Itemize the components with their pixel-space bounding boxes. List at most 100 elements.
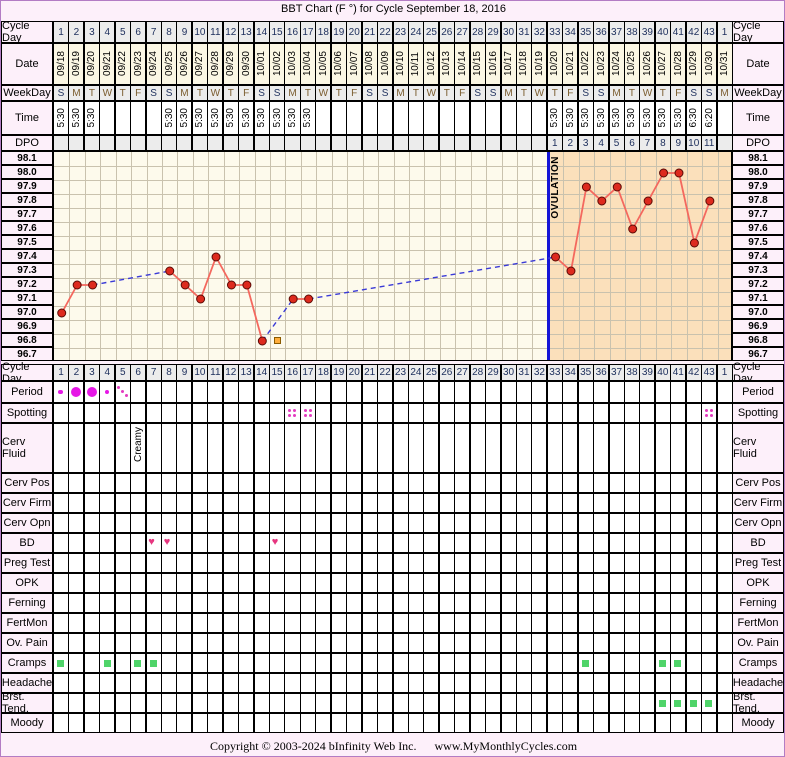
symptom-cell-cerv_opn[interactable] [145, 513, 162, 533]
symptom-cell-period[interactable] [238, 381, 255, 403]
symptom-cell-headache[interactable] [485, 673, 502, 693]
symptom-cell-preg_test[interactable] [191, 553, 208, 573]
symptom-cell-spotting[interactable] [438, 403, 455, 423]
symptom-cell-preg_test[interactable] [346, 553, 363, 573]
symptom-cell-ferning[interactable] [83, 593, 100, 613]
symptom-cell-cerv_fluid[interactable] [284, 423, 301, 473]
symptom-cell-period[interactable] [639, 381, 656, 403]
symptom-cell-spotting[interactable] [716, 403, 733, 423]
symptom-cell-cerv_firm[interactable] [222, 493, 239, 513]
symptom-cell-headache[interactable] [68, 673, 85, 693]
symptom-cell-headache[interactable] [623, 673, 640, 693]
symptom-cell-brst_tend[interactable] [407, 693, 424, 713]
symptom-cell-fertmon[interactable] [191, 613, 208, 633]
symptom-cell-cerv_pos[interactable] [407, 473, 424, 493]
spotting-marker[interactable] [303, 409, 313, 418]
symptom-cell-moody[interactable] [623, 713, 640, 733]
symptom-cell-bd[interactable] [716, 533, 733, 553]
symptom-cell-ferning[interactable] [608, 593, 625, 613]
symptom-cell-cerv_fluid[interactable] [654, 423, 671, 473]
symptom-cell-cerv_fluid[interactable] [161, 423, 178, 473]
symptom-cell-period[interactable] [315, 381, 332, 403]
symptom-cell-cerv_pos[interactable] [145, 473, 162, 493]
symptom-cell-ferning[interactable] [701, 593, 718, 613]
symptom-cell-headache[interactable] [53, 673, 70, 693]
symptom-cell-moody[interactable] [130, 713, 147, 733]
symptom-cell-fertmon[interactable] [623, 613, 640, 633]
symptom-cell-cramps[interactable] [377, 653, 394, 673]
symptom-cell-cerv_pos[interactable] [284, 473, 301, 493]
symptom-cell-opk[interactable] [253, 573, 270, 593]
symptom-cell-cerv_opn[interactable] [53, 513, 70, 533]
symptom-cell-opk[interactable] [269, 573, 286, 593]
symptom-cell-spotting[interactable] [500, 403, 517, 423]
symptom-cell-ov_pain[interactable] [269, 633, 286, 653]
symptom-cell-moody[interactable] [269, 713, 286, 733]
symptom-cell-bd[interactable] [284, 533, 301, 553]
symptom-cell-fertmon[interactable] [469, 613, 486, 633]
temperature-point[interactable] [257, 336, 267, 346]
symptom-cell-ov_pain[interactable] [207, 633, 224, 653]
symptom-cell-fertmon[interactable] [438, 613, 455, 633]
symptom-cell-moody[interactable] [114, 713, 131, 733]
symptom-cell-cerv_opn[interactable] [361, 513, 378, 533]
symptom-cell-cerv_fluid[interactable] [238, 423, 255, 473]
symptom-cell-fertmon[interactable] [68, 613, 85, 633]
symptom-cell-cramps[interactable] [330, 653, 347, 673]
symptom-cell-spotting[interactable] [99, 403, 116, 423]
symptom-cell-cerv_firm[interactable] [253, 493, 270, 513]
symptom-cell-cerv_firm[interactable] [454, 493, 471, 513]
symptom-cell-ferning[interactable] [716, 593, 733, 613]
symptom-cell-ferning[interactable] [330, 593, 347, 613]
symptom-cell-preg_test[interactable] [315, 553, 332, 573]
symptom-cell-spotting[interactable] [83, 403, 100, 423]
symptom-cell-cerv_fluid[interactable] [53, 423, 70, 473]
symptom-cell-cerv_pos[interactable] [392, 473, 409, 493]
symptom-cell-cerv_pos[interactable] [269, 473, 286, 493]
symptom-cell-bd[interactable] [176, 533, 193, 553]
symptom-cell-bd[interactable] [377, 533, 394, 553]
symptom-cell-ferning[interactable] [562, 593, 579, 613]
symptom-cell-preg_test[interactable] [222, 553, 239, 573]
symptom-cell-spotting[interactable] [176, 403, 193, 423]
symptom-cell-period[interactable] [608, 381, 625, 403]
symptom-cell-headache[interactable] [500, 673, 517, 693]
symptom-cell-cerv_firm[interactable] [670, 493, 687, 513]
symptom-cell-cerv_opn[interactable] [346, 513, 363, 533]
symptom-cell-brst_tend[interactable] [222, 693, 239, 713]
symptom-cell-cerv_firm[interactable] [423, 493, 440, 513]
symptom-cell-cerv_firm[interactable] [500, 493, 517, 513]
symptom-cell-bd[interactable] [346, 533, 363, 553]
symptom-cell-period[interactable] [623, 381, 640, 403]
symptom-cell-cerv_opn[interactable] [593, 513, 610, 533]
symptom-cell-ov_pain[interactable] [407, 633, 424, 653]
symptom-cell-period[interactable] [191, 381, 208, 403]
symptom-cell-cerv_pos[interactable] [377, 473, 394, 493]
symptom-cell-headache[interactable] [253, 673, 270, 693]
symptom-cell-ferning[interactable] [346, 593, 363, 613]
symptom-cell-fertmon[interactable] [53, 613, 70, 633]
symptom-cell-cerv_opn[interactable] [654, 513, 671, 533]
symptom-cell-cerv_opn[interactable] [500, 513, 517, 533]
symptom-cell-cerv_fluid[interactable] [99, 423, 116, 473]
symptom-cell-preg_test[interactable] [284, 553, 301, 573]
symptom-cell-bd[interactable] [654, 533, 671, 553]
symptom-cell-headache[interactable] [577, 673, 594, 693]
symptom-cell-spotting[interactable] [546, 403, 563, 423]
symptom-cell-cerv_firm[interactable] [361, 493, 378, 513]
symptom-cell-cerv_pos[interactable] [207, 473, 224, 493]
symptom-cell-cramps[interactable] [392, 653, 409, 673]
symptom-cell-opk[interactable] [392, 573, 409, 593]
symptom-cell-opk[interactable] [515, 573, 532, 593]
symptom-cell-period[interactable] [346, 381, 363, 403]
symptom-cell-opk[interactable] [161, 573, 178, 593]
symptom-cell-headache[interactable] [130, 673, 147, 693]
symptom-cell-fertmon[interactable] [114, 613, 131, 633]
symptom-cell-cerv_pos[interactable] [130, 473, 147, 493]
symptom-cell-moody[interactable] [654, 713, 671, 733]
symptom-cell-bd[interactable] [361, 533, 378, 553]
symptom-cell-preg_test[interactable] [361, 553, 378, 573]
symptom-cell-cerv_pos[interactable] [315, 473, 332, 493]
symptom-cell-cramps[interactable] [207, 653, 224, 673]
symptom-cell-cerv_fluid[interactable] [701, 423, 718, 473]
